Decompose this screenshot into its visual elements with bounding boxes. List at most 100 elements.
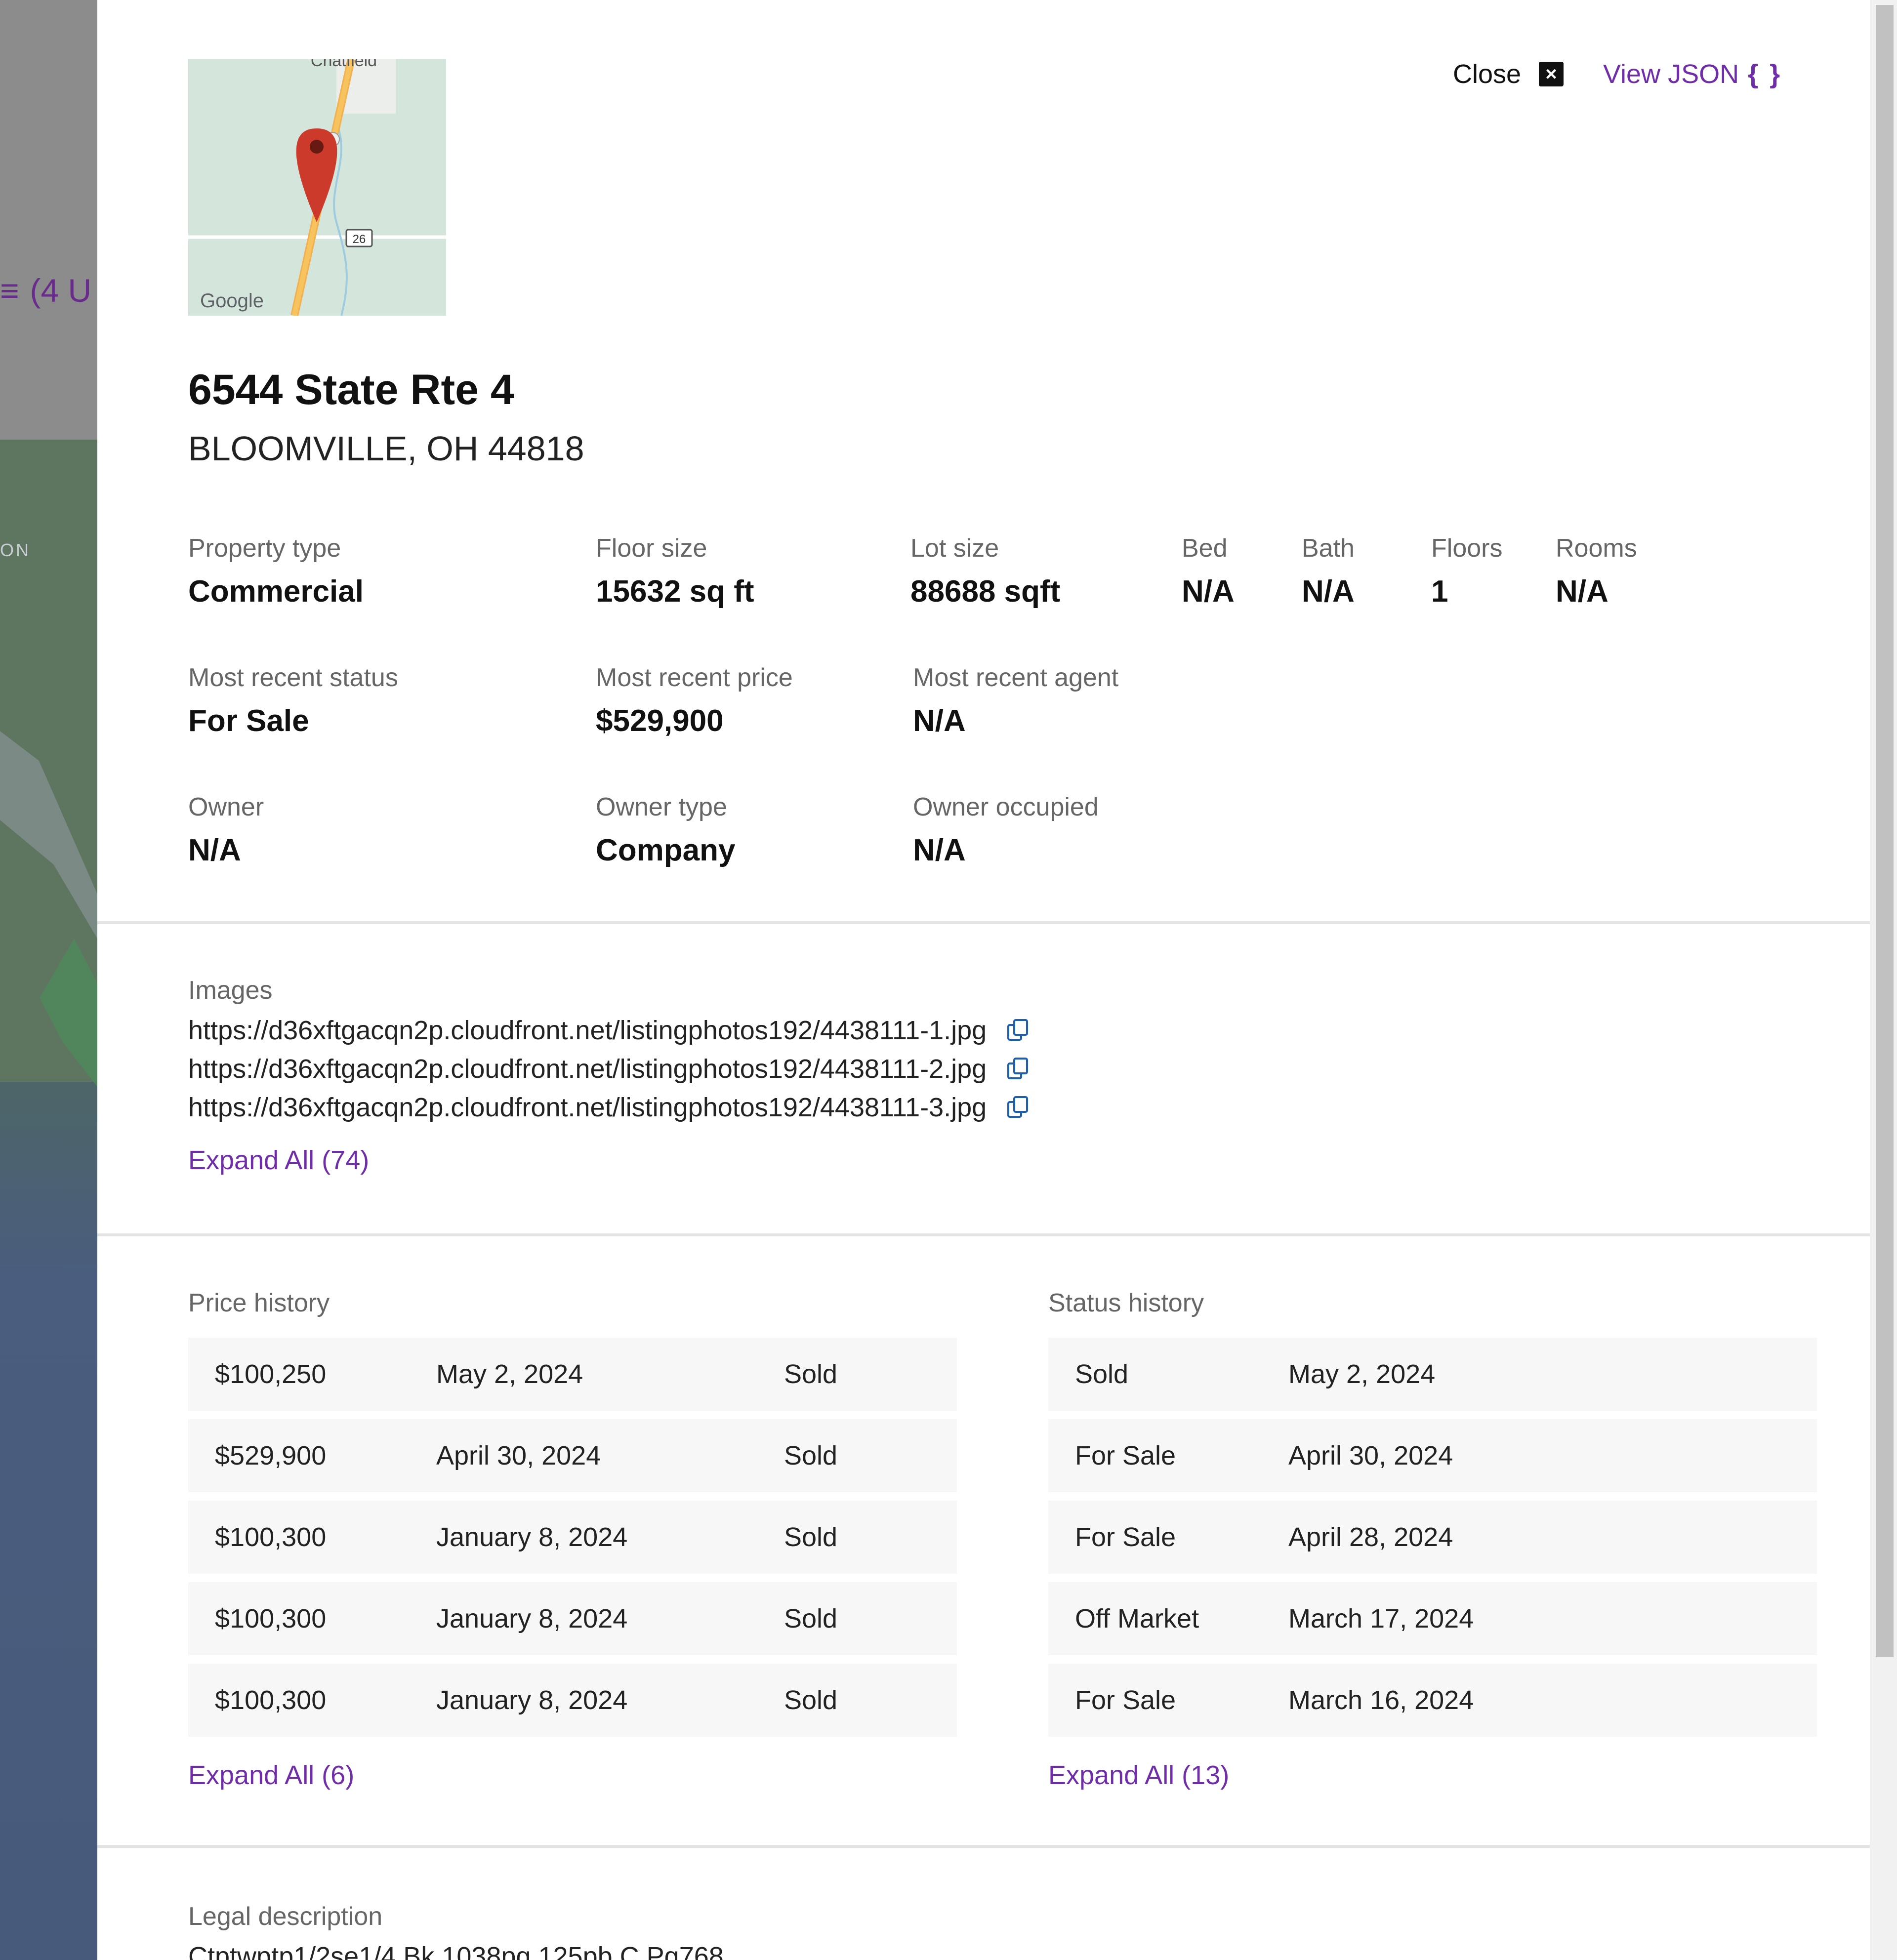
image-url-row: https://d36xftgacqn2p.cloudfront.net/lis… bbox=[188, 1054, 1030, 1084]
price-history-expand-all-link[interactable]: Expand All (6) bbox=[188, 1760, 354, 1791]
fact-floors: Floors 1 bbox=[1431, 533, 1502, 609]
price-cell: $100,250 bbox=[215, 1359, 327, 1389]
fact-value: N/A bbox=[913, 833, 966, 867]
fact-lot-size: Lot size 88688 sqft bbox=[910, 533, 1060, 609]
images-expand-all-link[interactable]: Expand All (74) bbox=[188, 1145, 369, 1176]
fact-label: Most recent status bbox=[188, 663, 398, 692]
fact-value: $529,900 bbox=[596, 704, 724, 738]
price-history-label: Price history bbox=[188, 1289, 330, 1317]
fact-value: 1 bbox=[1431, 574, 1448, 609]
background-filter-button[interactable]: ≡ (4 U bbox=[0, 272, 97, 309]
fact-label: Floors bbox=[1431, 534, 1503, 563]
image-url[interactable]: https://d36xftgacqn2p.cloudfront.net/lis… bbox=[188, 1054, 987, 1084]
fact-label: Lot size bbox=[910, 534, 999, 563]
date-cell: January 8, 2024 bbox=[436, 1604, 628, 1633]
property-detail-drawer: 26 Chatfield Google Close × View JSON { … bbox=[97, 0, 1870, 1960]
background-app: ≡ (4 U ON bbox=[0, 0, 97, 1960]
map-town-label: Chatfield bbox=[311, 59, 377, 70]
copy-icon[interactable] bbox=[1006, 1057, 1030, 1081]
section-divider bbox=[97, 921, 1870, 924]
date-cell: March 16, 2024 bbox=[1288, 1685, 1474, 1715]
close-button[interactable]: Close × bbox=[1453, 54, 1564, 94]
fact-label: Owner bbox=[188, 793, 264, 821]
image-url-row: https://d36xftgacqn2p.cloudfront.net/lis… bbox=[188, 1015, 1030, 1046]
fact-bath: Bath N/A bbox=[1302, 533, 1355, 609]
event-cell: Sold bbox=[784, 1441, 838, 1470]
price-cell: $100,300 bbox=[215, 1604, 327, 1633]
date-cell: May 2, 2024 bbox=[1288, 1359, 1436, 1389]
image-url[interactable]: https://d36xftgacqn2p.cloudfront.net/lis… bbox=[188, 1092, 987, 1123]
address-city-state-zip: BLOOMVILLE, OH 44818 bbox=[188, 429, 584, 468]
fact-value: N/A bbox=[188, 833, 241, 867]
status-history-row: For Sale March 16, 2024 bbox=[1048, 1664, 1817, 1737]
google-logo: Google bbox=[200, 290, 264, 312]
address-street: 6544 State Rte 4 bbox=[188, 366, 514, 413]
price-cell: $100,300 bbox=[215, 1522, 327, 1552]
scrollbar-thumb[interactable] bbox=[1876, 5, 1894, 1657]
fact-property-type: Property type Commercial bbox=[188, 533, 364, 609]
fact-value: For Sale bbox=[188, 704, 309, 738]
status-history-label: Status history bbox=[1048, 1289, 1204, 1317]
fact-most-recent-status: Most recent status For Sale bbox=[188, 663, 398, 738]
fact-rooms: Rooms N/A bbox=[1556, 533, 1637, 609]
fact-label: Most recent agent bbox=[913, 663, 1119, 692]
images-label: Images bbox=[188, 976, 273, 1005]
fact-label: Bed bbox=[1182, 534, 1228, 563]
event-cell: Sold bbox=[784, 1685, 838, 1715]
fact-value: N/A bbox=[913, 704, 966, 738]
route-shield-label: 26 bbox=[353, 233, 366, 246]
fact-label: Property type bbox=[188, 534, 341, 563]
price-history-row: $100,300 January 8, 2024 Sold bbox=[188, 1501, 957, 1574]
fact-label: Owner occupied bbox=[913, 793, 1099, 821]
fact-label: Owner type bbox=[596, 793, 727, 821]
fact-bed: Bed N/A bbox=[1182, 533, 1235, 609]
price-cell: $529,900 bbox=[215, 1441, 327, 1470]
fact-value: N/A bbox=[1302, 574, 1355, 609]
price-history-row: $100,300 January 8, 2024 Sold bbox=[188, 1664, 957, 1737]
event-cell: Sold bbox=[784, 1604, 838, 1633]
background-map-label: ON bbox=[0, 540, 31, 560]
background-filter-text: (4 U bbox=[30, 272, 92, 309]
fact-label: Rooms bbox=[1556, 534, 1637, 563]
date-cell: April 30, 2024 bbox=[436, 1441, 601, 1470]
image-url[interactable]: https://d36xftgacqn2p.cloudfront.net/lis… bbox=[188, 1015, 987, 1046]
section-divider bbox=[97, 1233, 1870, 1236]
close-label: Close bbox=[1453, 59, 1522, 89]
price-history-row: $100,300 January 8, 2024 Sold bbox=[188, 1582, 957, 1655]
status-cell: For Sale bbox=[1075, 1685, 1176, 1715]
copy-icon[interactable] bbox=[1006, 1095, 1030, 1120]
copy-icon[interactable] bbox=[1006, 1018, 1030, 1043]
status-history-expand-all-link[interactable]: Expand All (13) bbox=[1048, 1760, 1229, 1791]
fact-owner: Owner N/A bbox=[188, 792, 264, 868]
status-cell: For Sale bbox=[1075, 1441, 1176, 1470]
filter-icon: ≡ bbox=[0, 272, 19, 309]
legal-description-value: Ctptwptp1/2se1/4 Bk 1038pg 125pb C Pg768 bbox=[188, 1942, 724, 1960]
date-cell: April 30, 2024 bbox=[1288, 1441, 1453, 1470]
status-history-row: Off Market March 17, 2024 bbox=[1048, 1582, 1817, 1655]
status-cell: For Sale bbox=[1075, 1522, 1176, 1552]
fact-most-recent-price: Most recent price $529,900 bbox=[596, 663, 793, 738]
map-thumbnail[interactable]: 26 Chatfield Google bbox=[188, 59, 446, 316]
fact-owner-type: Owner type Company bbox=[596, 792, 735, 868]
fact-label: Floor size bbox=[596, 534, 707, 563]
view-json-label: View JSON bbox=[1603, 59, 1739, 89]
scrollbar-track[interactable] bbox=[1870, 0, 1897, 1960]
map-thumbnail-graphic: 26 Chatfield Google bbox=[188, 59, 446, 316]
fact-owner-occupied: Owner occupied N/A bbox=[913, 792, 1099, 868]
status-history-row: Sold May 2, 2024 bbox=[1048, 1338, 1817, 1411]
price-cell: $100,300 bbox=[215, 1685, 327, 1715]
event-cell: Sold bbox=[784, 1359, 838, 1389]
fact-value: 88688 sqft bbox=[910, 574, 1061, 609]
section-divider bbox=[97, 1845, 1870, 1848]
fact-value: N/A bbox=[1182, 574, 1235, 609]
fact-value: N/A bbox=[1556, 574, 1608, 609]
status-cell: Off Market bbox=[1075, 1604, 1199, 1633]
fact-label: Most recent price bbox=[596, 663, 793, 692]
date-cell: March 17, 2024 bbox=[1288, 1604, 1474, 1633]
legal-description-label: Legal description bbox=[188, 1902, 383, 1931]
status-history-row: For Sale April 30, 2024 bbox=[1048, 1419, 1817, 1492]
fact-value: 15632 sq ft bbox=[596, 574, 754, 609]
view-json-button[interactable]: View JSON { } bbox=[1603, 54, 1782, 94]
status-history-row: For Sale April 28, 2024 bbox=[1048, 1501, 1817, 1574]
status-cell: Sold bbox=[1075, 1359, 1129, 1389]
